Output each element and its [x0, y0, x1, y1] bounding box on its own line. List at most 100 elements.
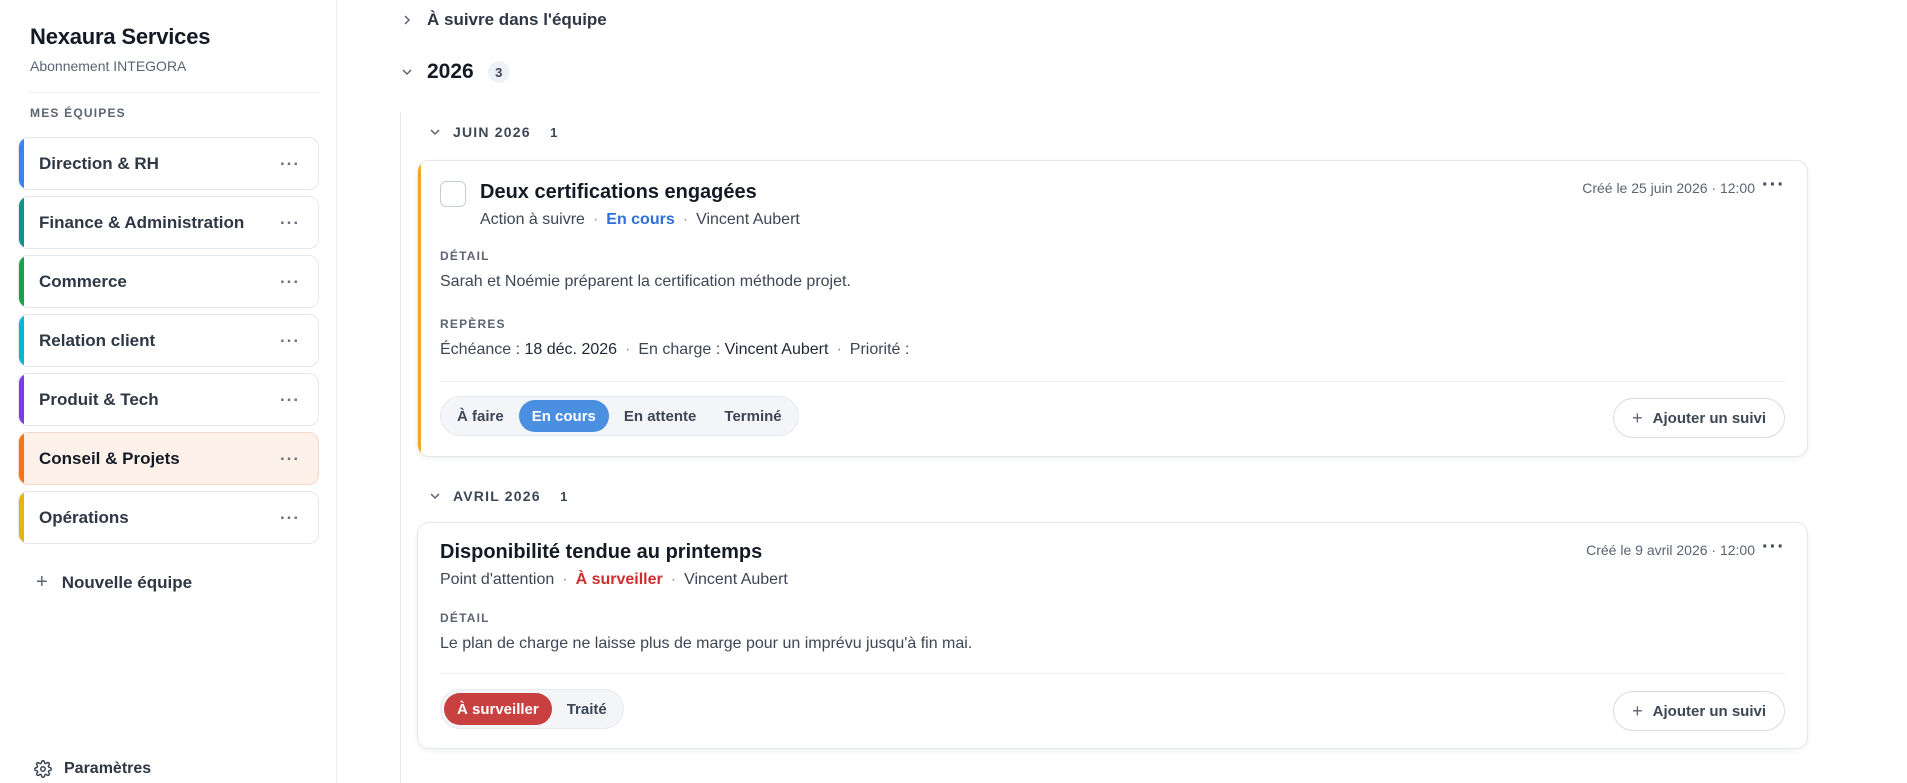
team-item-conseil-projets[interactable]: Conseil & Projets ···: [18, 432, 319, 485]
year-label: 2026: [427, 60, 474, 83]
card-type: Action à suivre: [480, 211, 585, 228]
card-meta: Action à suivre · En cours · Vincent Aubert: [480, 211, 800, 228]
detail-text: Le plan de charge ne laisse plus de marg…: [440, 635, 973, 652]
charge-label: En charge :: [638, 341, 721, 358]
team-label: Relation client: [39, 330, 156, 350]
new-team-button[interactable]: + Nouvelle équipe: [36, 571, 192, 594]
more-icon[interactable]: ···: [280, 214, 300, 231]
team-item-finance-administration[interactable]: Finance & Administration ···: [18, 196, 319, 249]
team-label: Conseil & Projets: [39, 448, 180, 468]
settings-label: Paramètres: [64, 760, 152, 777]
team-label: Commerce: [39, 271, 127, 291]
echeance-label: Échéance :: [440, 341, 521, 358]
add-followup-label: Ajouter un suivi: [1652, 702, 1766, 720]
card-divider: [440, 381, 1785, 382]
month-group-toggle[interactable]: JUIN 2026 1: [429, 121, 565, 143]
followup-card: Disponibilité tendue au printemps Créé l…: [417, 522, 1808, 749]
more-icon[interactable]: ···: [280, 391, 300, 408]
team-color-bar: [19, 256, 24, 307]
status-option-termine[interactable]: Terminé: [711, 400, 794, 432]
team-item-operations[interactable]: Opérations ···: [18, 491, 319, 544]
team-label: Produit & Tech: [39, 389, 159, 409]
team-color-bar: [19, 138, 24, 189]
detail-text: Sarah et Noémie préparent la certificati…: [440, 273, 851, 290]
settings-link[interactable]: Paramètres: [34, 760, 151, 778]
month-label: JUIN 2026: [453, 124, 531, 140]
status-option-a-surveiller[interactable]: À surveiller: [444, 693, 552, 725]
add-followup-button[interactable]: + Ajouter un suivi: [1613, 398, 1785, 438]
more-icon[interactable]: ···: [280, 509, 300, 526]
card-created-date: Créé le 25 juin 2026 · 12:00: [1582, 180, 1755, 196]
more-icon[interactable]: ···: [280, 155, 300, 172]
gear-icon: [34, 760, 52, 778]
card-meta: Point d'attention · À surveiller · Vincent A…: [440, 571, 788, 588]
card-accent-bar: [418, 161, 421, 456]
status-option-en-cours[interactable]: En cours: [518, 400, 609, 432]
status-option-a-faire[interactable]: À faire: [444, 400, 517, 432]
detail-label: DÉTAIL: [440, 611, 490, 625]
card-owner: Vincent Aubert: [684, 571, 788, 588]
complete-checkbox[interactable]: [440, 181, 466, 207]
card-status: En cours: [606, 211, 675, 228]
sidebar: Nexaura Services Abonnement INTEGORA MES…: [0, 0, 337, 783]
card-more-icon[interactable]: ···: [1762, 175, 1785, 195]
more-icon[interactable]: ···: [280, 332, 300, 349]
team-item-commerce[interactable]: Commerce ···: [18, 255, 319, 308]
reperes-label: REPÈRES: [440, 317, 506, 331]
team-label: Finance & Administration: [39, 212, 245, 232]
month-count-badge: 1: [550, 124, 558, 140]
main-panel: À suivre dans l'équipe 2026 3 JUIN 2026 …: [337, 0, 1907, 783]
team-color-bar: [19, 315, 24, 366]
status-segmented-control: À faire En cours En attente Terminé: [440, 396, 799, 436]
subscription-label: Abonnement INTEGORA: [30, 58, 187, 74]
add-followup-button[interactable]: + Ajouter un suivi: [1613, 691, 1785, 731]
chevron-down-icon: [430, 129, 440, 136]
chevron-down-icon: [402, 69, 412, 76]
year-group-toggle[interactable]: 2026 3: [401, 60, 510, 84]
charge-value: Vincent Aubert: [724, 341, 829, 358]
card-status: À surveiller: [575, 571, 663, 588]
more-icon[interactable]: ···: [280, 450, 300, 467]
card-type: Point d'attention: [440, 571, 555, 588]
team-item-relation-client[interactable]: Relation client ···: [18, 314, 319, 367]
status-option-traite[interactable]: Traité: [554, 693, 620, 725]
detail-label: DÉTAIL: [440, 249, 490, 263]
team-label: Opérations: [39, 507, 129, 527]
card-owner: Vincent Aubert: [696, 211, 800, 228]
team-label: Direction & RH: [39, 153, 159, 173]
follow-section-label: À suivre dans l'équipe: [427, 10, 607, 29]
priorite-label: Priorité :: [849, 341, 910, 358]
teams-section-label: MES ÉQUIPES: [30, 106, 126, 120]
echeance-value: 18 déc. 2026: [524, 341, 618, 358]
sidebar-divider: [30, 92, 318, 93]
add-followup-label: Ajouter un suivi: [1652, 409, 1766, 427]
status-segmented-control: À surveiller Traité: [440, 689, 624, 729]
month-group-toggle[interactable]: AVRIL 2026 1: [429, 485, 575, 507]
plus-icon: +: [36, 571, 48, 593]
card-title: Deux certifications engagées: [480, 181, 757, 203]
card-title: Disponibilité tendue au printemps: [440, 541, 763, 563]
team-color-bar: [19, 492, 24, 543]
team-item-direction-rh[interactable]: Direction & RH ···: [18, 137, 319, 190]
team-color-bar: [19, 374, 24, 425]
plus-icon: +: [1632, 700, 1643, 721]
team-color-bar: [19, 197, 24, 248]
status-option-en-attente[interactable]: En attente: [611, 400, 710, 432]
month-count-badge: 1: [560, 488, 568, 504]
month-label: AVRIL 2026: [453, 488, 541, 504]
team-list: Direction & RH ··· Finance & Administrat…: [18, 137, 319, 550]
team-item-produit-tech[interactable]: Produit & Tech ···: [18, 373, 319, 426]
org-name: Nexaura Services: [30, 24, 211, 49]
reperes-row: Échéance : 18 déc. 2026 · En charge : Vinc…: [440, 341, 910, 358]
card-created-date: Créé le 9 avril 2026 · 12:00: [1586, 542, 1755, 558]
card-more-icon[interactable]: ···: [1762, 537, 1785, 557]
more-icon[interactable]: ···: [280, 273, 300, 290]
new-team-label: Nouvelle équipe: [61, 572, 193, 592]
team-color-bar: [19, 433, 24, 484]
followup-card: Deux certifications engagées Créé le 25 …: [417, 160, 1808, 457]
timeline-line: [400, 112, 401, 783]
plus-icon: +: [1632, 407, 1643, 428]
year-count-badge: 3: [487, 61, 510, 83]
follow-section-toggle[interactable]: À suivre dans l'équipe: [401, 10, 607, 30]
chevron-down-icon: [430, 493, 440, 500]
